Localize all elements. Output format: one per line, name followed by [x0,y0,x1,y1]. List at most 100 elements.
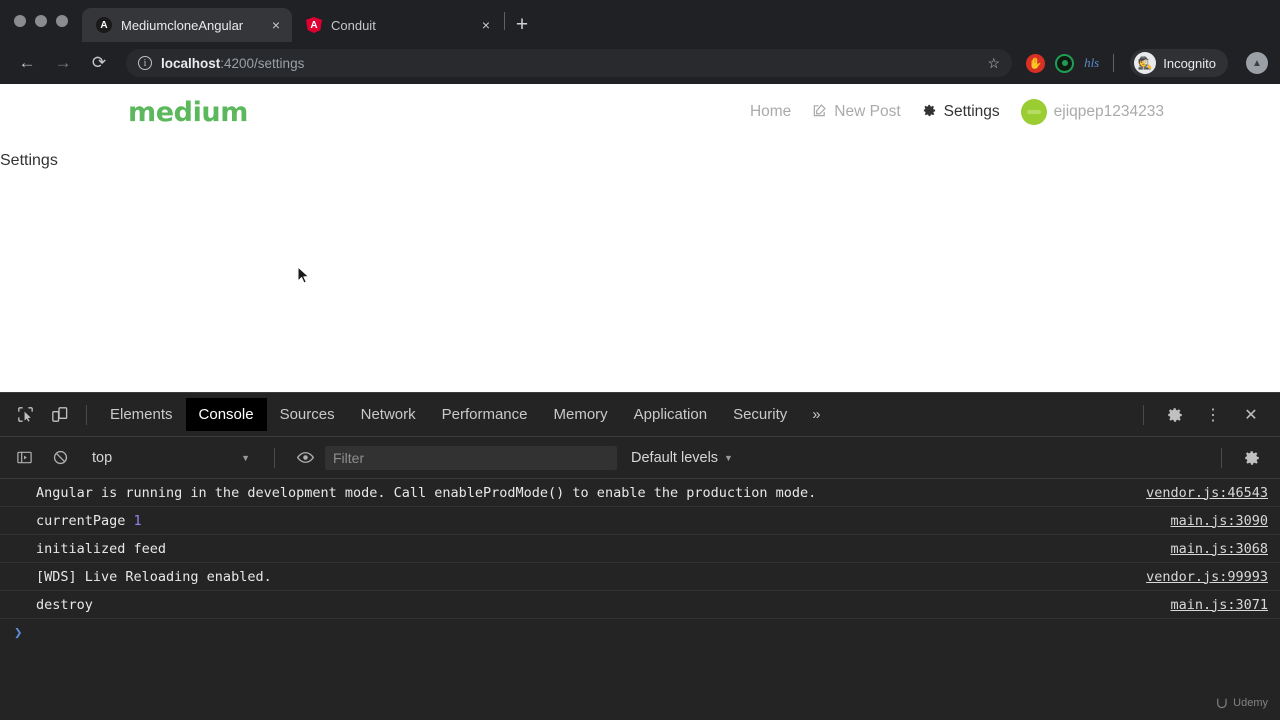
mouse-cursor-icon [297,266,310,284]
execution-context-select[interactable]: top ▼ [80,450,260,466]
nav-item-profile[interactable]: ejiqpep1234233 [1020,99,1164,125]
console-sidebar-icon[interactable] [8,444,40,472]
edit-square-icon [812,103,827,121]
log-message: Angular is running in the development mo… [36,484,817,501]
tab-sources[interactable]: Sources [267,398,348,431]
url-host: localhost [161,55,221,71]
nav-label: New Post [834,103,901,120]
nav-item-home[interactable]: Home [750,103,791,121]
gear-icon [922,103,937,121]
tab-network[interactable]: Network [348,398,429,431]
devtools-actions: ⋮ ✕ [1133,400,1272,430]
page-title: Settings [0,152,58,169]
log-message: [WDS] Live Reloading enabled. [36,568,272,585]
bookmark-star-icon[interactable]: ☆ [988,55,1001,72]
nav-label: Home [749,103,792,120]
log-source-link[interactable]: main.js:3090 [1170,513,1268,529]
forward-icon[interactable]: → [48,48,78,78]
browser-tab-conduit[interactable]: A Conduit × [292,8,502,42]
console-log-row[interactable]: initialized feed main.js:3068 [0,535,1280,563]
console-log-row[interactable]: currentPage 1 main.js:3090 [0,507,1280,535]
kebab-menu-icon[interactable]: ⋮ [1196,400,1230,430]
console-log-row[interactable]: Angular is running in the development mo… [0,479,1280,507]
incognito-indicator[interactable]: 🕵 Incognito [1130,49,1228,77]
address-bar[interactable]: i localhost:4200/settings ☆ [126,49,1013,77]
nav-label: Settings [943,103,1000,120]
tab-performance[interactable]: Performance [429,398,541,431]
toolbar-divider [1221,447,1222,468]
clear-console-icon[interactable] [44,444,76,472]
chevron-down-icon: ▼ [724,452,733,463]
tab-security[interactable]: Security [720,398,800,431]
devtools-tab-bar: Elements Console Sources Network Perform… [0,393,1280,437]
context-label: top [92,449,113,466]
tab-title: Conduit [331,17,376,33]
toolbar-divider [274,447,275,468]
close-devtools-icon[interactable]: ✕ [1234,400,1268,430]
address-bar-text: localhost:4200/settings [161,56,304,71]
url-path: :4200/settings [220,55,305,71]
info-circle-icon[interactable]: i [138,56,152,70]
console-filter-bar: top ▼ Filter Default levels ▼ [0,437,1280,479]
hand-extension-icon[interactable]: ✋ [1026,53,1046,73]
maximize-window-button[interactable] [56,15,68,27]
log-message: destroy [36,596,93,613]
site-logo[interactable]: medium [128,97,248,128]
log-source-link[interactable]: main.js:3068 [1170,541,1268,557]
incognito-icon: 🕵 [1134,52,1157,74]
console-prompt[interactable]: ❯ [0,619,1280,647]
tab-strip: A MediumcloneAngular × A Conduit × + [0,0,1280,42]
new-tab-button[interactable]: + [507,8,537,42]
omnibox-toolbar: ← → ⟳ i localhost:4200/settings ☆ ✋ hls … [0,42,1280,84]
close-tab-icon[interactable]: × [478,18,494,32]
angular-red-icon: A [306,17,322,33]
close-tab-icon[interactable]: × [268,18,284,32]
console-log-row[interactable]: [WDS] Live Reloading enabled. vendor.js:… [0,563,1280,591]
tab-console[interactable]: Console [185,398,267,431]
browser-tab-mediumcloneangular[interactable]: A MediumcloneAngular × [82,8,292,42]
tab-divider [504,12,505,30]
web-page: medium Home New Post Settings ejiqpep123… [0,84,1280,392]
console-settings-icon[interactable] [1236,444,1268,472]
inspect-element-icon[interactable] [8,400,42,430]
site-header: medium Home New Post Settings ejiqpep123… [0,84,1280,140]
console-settings-group [1211,444,1272,472]
nav-item-new-post[interactable]: New Post [812,103,901,121]
close-window-button[interactable] [14,15,26,27]
log-number: 1 [133,512,142,529]
window-traffic-lights[interactable] [10,0,82,42]
angular-dark-icon: A [96,17,112,33]
site-nav: Home New Post Settings ejiqpep1234233 [750,99,1164,125]
live-expression-icon[interactable] [289,444,321,472]
console-log-row[interactable]: destroy main.js:3071 [0,591,1280,619]
extensions-bar: ✋ hls 🕵 Incognito ▲ [1018,49,1268,77]
filter-input[interactable]: Filter [325,445,617,470]
log-source-link[interactable]: vendor.js:99993 [1146,569,1268,585]
toolbar-divider [1143,404,1144,425]
tab-memory[interactable]: Memory [541,398,621,431]
avatar [1020,99,1047,125]
nav-item-settings[interactable]: Settings [922,103,1000,121]
reload-icon[interactable]: ⟳ [84,48,114,78]
tab-title: MediumcloneAngular [121,17,244,33]
back-icon[interactable]: ← [12,48,42,78]
chevron-down-icon: ▼ [241,452,250,463]
log-source-link[interactable]: vendor.js:46543 [1146,485,1268,501]
udemy-watermark: ∪ Udemy [1216,694,1268,712]
ring-extension-icon[interactable] [1055,53,1075,73]
console-messages[interactable]: Angular is running in the development mo… [0,479,1280,720]
page-content: Settings [0,140,1280,170]
minimize-window-button[interactable] [35,15,47,27]
toolbar-divider [86,404,87,425]
more-tabs-icon[interactable]: » [800,406,832,423]
script-extension-icon[interactable]: hls [1084,55,1099,71]
log-source-link[interactable]: main.js:3071 [1170,597,1268,613]
settings-gear-icon[interactable] [1158,400,1192,430]
profile-avatar-icon[interactable]: ▲ [1246,52,1268,74]
levels-label: Default levels [631,449,719,466]
log-levels-select[interactable]: Default levels ▼ [621,450,743,466]
tab-application[interactable]: Application [621,398,720,431]
device-toolbar-icon[interactable] [42,400,76,430]
tab-elements[interactable]: Elements [97,398,186,431]
browser-chrome: A MediumcloneAngular × A Conduit × + ← →… [0,0,1280,84]
